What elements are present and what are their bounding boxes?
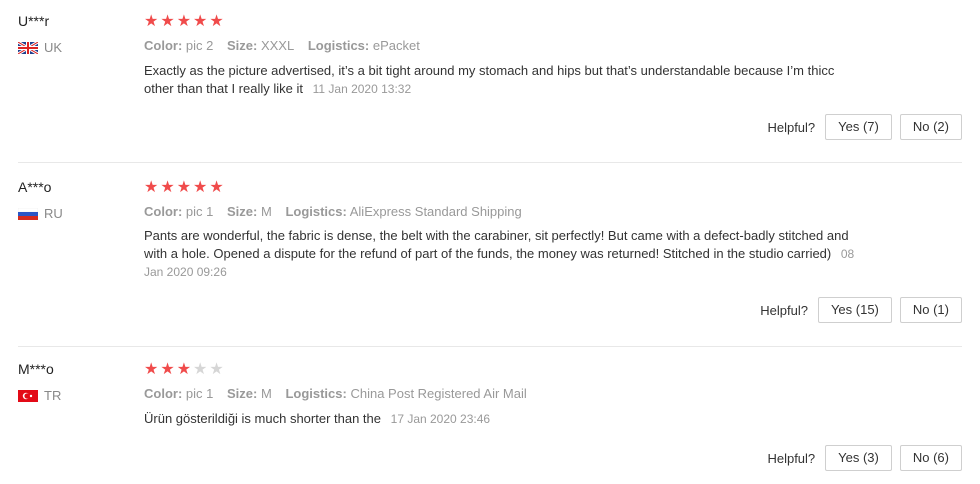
russia-flag-icon (18, 207, 38, 220)
product-attributes: Color: pic 1 Size: M Logistics: China Po… (144, 386, 537, 401)
review-body: Pants are wonderful, the fabric is dense… (144, 228, 849, 261)
size-label: Size: (227, 38, 258, 53)
helpful-yes-button[interactable]: Yes (15) (817, 297, 892, 323)
review-text: Pants are wonderful, the fabric is dense… (144, 227, 864, 281)
star-filled-icon: ★ (209, 179, 224, 196)
review-item: M***o TR ★ ★ ★ ★ ★ Color: pic 1 Size: M Logi… (18, 350, 962, 484)
star-filled-icon: ★ (144, 179, 159, 196)
review-body: Ürün gösterildiği is much shorter than t… (144, 411, 382, 426)
reviewer-country: UK (18, 40, 62, 55)
star-empty-icon: ★ (209, 361, 224, 378)
size-value: XXXL (260, 38, 295, 53)
size-label: Size: (227, 386, 258, 401)
color-value: pic 2 (185, 38, 214, 53)
helpful-label: Helpful? (767, 119, 816, 135)
star-rating: ★ ★ ★ ★ ★ (144, 180, 224, 196)
review-date: 17 Jan 2020 23:46 (390, 412, 491, 426)
divider (18, 162, 962, 163)
star-filled-icon: ★ (144, 361, 159, 378)
review-item: U***r UK ★ ★ ★ ★ ★ Color: pic 2 Size: XXXL L… (18, 0, 962, 162)
reviewer-country: TR (18, 388, 61, 403)
helpful-label: Helpful? (767, 450, 816, 466)
product-attributes: Color: pic 1 Size: M Logistics: AliExpre… (144, 204, 532, 219)
star-filled-icon: ★ (160, 361, 175, 378)
uk-flag-icon (18, 41, 38, 54)
review-item: A***o RU ★ ★ ★ ★ ★ Color: pic 1 Size: M Logi… (18, 166, 962, 346)
size-value: M (260, 204, 272, 219)
helpful-yes-button[interactable]: Yes (3) (825, 445, 892, 471)
logistics-label: Logistics: (307, 38, 370, 53)
country-code: RU (44, 206, 63, 221)
size-value: M (260, 386, 272, 401)
star-rating: ★ ★ ★ ★ ★ (144, 14, 224, 30)
color-label: Color: (144, 386, 183, 401)
color-value: pic 1 (185, 204, 214, 219)
logistics-value: ePacket (372, 38, 420, 53)
helpful-no-button[interactable]: No (1) (899, 297, 962, 323)
reviewer-name: A***o (18, 179, 52, 195)
helpful-no-button[interactable]: No (6) (899, 445, 962, 471)
helpful-vote: Helpful? Yes (7) No (2) (767, 114, 962, 140)
country-code: TR (44, 388, 62, 403)
star-filled-icon: ★ (160, 13, 175, 30)
reviewer-name: U***r (18, 13, 50, 29)
helpful-vote: Helpful? Yes (15) No (1) (760, 297, 962, 323)
helpful-vote: Helpful? Yes (3) No (6) (767, 445, 962, 471)
logistics-label: Logistics: (285, 386, 347, 401)
color-value: pic 1 (185, 386, 214, 401)
star-filled-icon: ★ (193, 179, 208, 196)
star-filled-icon: ★ (193, 13, 208, 30)
logistics-value: AliExpress Standard Shipping (349, 204, 522, 219)
divider (18, 346, 962, 347)
star-filled-icon: ★ (209, 13, 224, 30)
helpful-label: Helpful? (760, 302, 808, 318)
star-filled-icon: ★ (176, 13, 192, 30)
color-label: Color: (144, 38, 183, 53)
star-filled-icon: ★ (144, 13, 159, 30)
star-filled-icon: ★ (160, 179, 175, 196)
helpful-yes-button[interactable]: Yes (7) (825, 114, 892, 140)
reviewer-country: RU (18, 206, 63, 221)
country-code: UK (44, 40, 63, 55)
star-filled-icon: ★ (176, 179, 192, 196)
logistics-label: Logistics: (285, 204, 347, 219)
product-attributes: Color: pic 2 Size: XXXL Logistics: ePack… (144, 38, 430, 53)
color-label: Color: (144, 204, 183, 219)
size-label: Size: (227, 204, 258, 219)
reviewer-name: M***o (18, 361, 54, 377)
review-text: Exactly as the picture advertised, it’s … (144, 62, 864, 98)
review-text: Ürün gösterildiği is much shorter than t… (144, 410, 864, 428)
review-date: 11 Jan 2020 13:32 (312, 82, 412, 96)
review-body: Exactly as the picture advertised, it’s … (144, 63, 835, 96)
star-empty-icon: ★ (193, 361, 208, 378)
helpful-no-button[interactable]: No (2) (899, 114, 962, 140)
turkey-flag-icon (18, 389, 38, 402)
star-filled-icon: ★ (176, 361, 192, 378)
logistics-value: China Post Registered Air Mail (350, 386, 527, 401)
star-rating: ★ ★ ★ ★ ★ (144, 362, 224, 378)
